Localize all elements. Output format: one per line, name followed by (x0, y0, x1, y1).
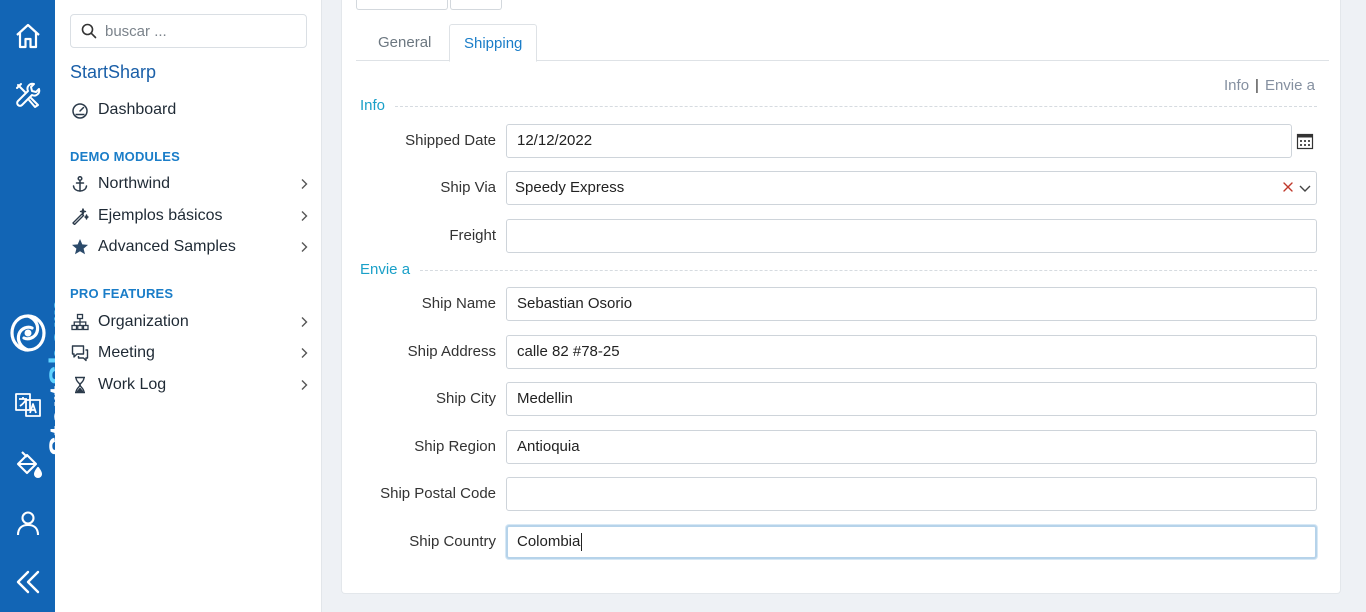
field-ship-address: Ship Address calle 82 #78-25 (356, 335, 1317, 369)
toolbar-button-partial[interactable] (450, 0, 502, 10)
freight-input[interactable] (506, 219, 1317, 253)
field-label: Shipped Date (405, 132, 496, 149)
gauge-icon (70, 100, 90, 120)
icon-rail: StartSharp (0, 0, 77, 612)
field-label: Ship Name (421, 295, 496, 312)
section-header-pro: PRO FEATURES (70, 286, 174, 301)
user-icon[interactable] (0, 499, 55, 547)
tab-strip: General Shipping (356, 24, 1329, 62)
sidebar-item-northwind[interactable]: Northwind (70, 170, 310, 198)
chevron-right-icon (301, 211, 308, 221)
category-links: Info | Envie a (1224, 77, 1315, 94)
field-label: Ship Address (407, 343, 496, 360)
search-input[interactable] (105, 22, 295, 40)
chevron-right-icon (301, 317, 308, 327)
chat-icon (70, 343, 90, 363)
sidebar-item-label: Organization (98, 313, 189, 330)
search-icon (81, 23, 97, 39)
sidebar-item-dashboard[interactable]: Dashboard (70, 96, 310, 124)
paint-bucket-icon[interactable] (0, 440, 55, 488)
field-label: Ship Via (440, 179, 496, 196)
field-ship-name: Ship Name Sebastian Osorio (356, 287, 1317, 321)
translate-icon[interactable] (0, 381, 55, 429)
chevron-right-icon (301, 242, 308, 252)
field-label: Ship Country (409, 533, 496, 550)
ship-name-input[interactable]: Sebastian Osorio (506, 287, 1317, 321)
hourglass-icon (70, 375, 90, 395)
ship-region-input[interactable]: Antioquia (506, 430, 1317, 464)
chevron-right-icon (301, 380, 308, 390)
chevron-down-icon[interactable] (1298, 181, 1312, 195)
magic-wand-icon (70, 206, 90, 226)
field-ship-city: Ship City Medellin (356, 382, 1317, 416)
toolbar-button-partial[interactable] (356, 0, 448, 10)
order-dialog: General Shipping Info | Envie a Info Shi… (341, 0, 1341, 594)
fieldset-divider (360, 106, 1317, 107)
sidebar-search[interactable] (70, 14, 307, 48)
sitemap-icon (70, 312, 90, 332)
app-title[interactable]: StartSharp (70, 62, 156, 83)
jump-separator: | (1255, 77, 1259, 94)
field-freight: Freight (356, 219, 1317, 253)
tab-shipping[interactable]: Shipping (449, 24, 538, 62)
collapse-icon[interactable] (0, 558, 55, 606)
category-title-envie: Envie a (342, 261, 421, 278)
tools-icon[interactable] (0, 71, 55, 119)
field-ship-country: Ship Country Colombia (356, 525, 1317, 559)
toolbar-partial (356, 0, 502, 10)
ship-city-input[interactable]: Medellin (506, 382, 1317, 416)
sidebar-item-label: Advanced Samples (98, 238, 236, 255)
sidebar-item-advanced-samples[interactable]: Advanced Samples (70, 233, 310, 261)
fieldset-divider (360, 270, 1317, 271)
tab-general[interactable]: General (364, 24, 445, 61)
sidebar: StartSharp Dashboard DEMO MODULES Northw… (55, 0, 322, 612)
shipped-date-input[interactable]: 12/12/2022 (506, 124, 1292, 158)
sidebar-item-label: Dashboard (98, 101, 177, 118)
sidebar-item-meeting[interactable]: Meeting (70, 339, 310, 367)
chevron-right-icon (301, 348, 308, 358)
calendar-icon[interactable] (1296, 132, 1314, 150)
clear-icon[interactable] (1281, 180, 1295, 194)
field-label: Ship Postal Code (380, 485, 496, 502)
star-icon (70, 237, 90, 257)
anchor-icon (70, 174, 90, 194)
brand-logo-icon (10, 314, 46, 352)
home-icon[interactable] (0, 12, 55, 60)
sidebar-item-label: Ejemplos básicos (98, 207, 223, 224)
field-ship-via: Ship Via Speedy Express (356, 171, 1317, 205)
jump-link-info[interactable]: Info (1224, 77, 1249, 94)
field-ship-postal-code: Ship Postal Code (356, 477, 1317, 511)
sidebar-item-organization[interactable]: Organization (70, 308, 310, 336)
ship-country-value: Colombia (517, 533, 581, 550)
section-header-demo: DEMO MODULES (70, 149, 181, 164)
text-caret (581, 533, 583, 552)
ship-via-select[interactable]: Speedy Express (506, 171, 1317, 205)
sidebar-item-label: Work Log (98, 376, 167, 393)
category-title-info: Info (342, 97, 396, 114)
ship-country-input[interactable]: Colombia (506, 525, 1317, 559)
field-label: Freight (449, 227, 496, 244)
sidebar-item-ejemplos[interactable]: Ejemplos básicos (70, 202, 310, 230)
field-ship-region: Ship Region Antioquia (356, 430, 1317, 464)
ship-postal-code-input[interactable] (506, 477, 1317, 511)
sidebar-item-work-log[interactable]: Work Log (70, 371, 310, 399)
jump-link-envie[interactable]: Envie a (1265, 77, 1315, 94)
sidebar-item-label: Northwind (98, 175, 171, 192)
field-shipped-date: Shipped Date 12/12/2022 (356, 124, 1316, 158)
field-label: Ship Region (414, 438, 496, 455)
ship-address-input[interactable]: calle 82 #78-25 (506, 335, 1317, 369)
sidebar-item-label: Meeting (98, 344, 155, 361)
chevron-right-icon (301, 179, 308, 189)
field-label: Ship City (435, 390, 496, 407)
